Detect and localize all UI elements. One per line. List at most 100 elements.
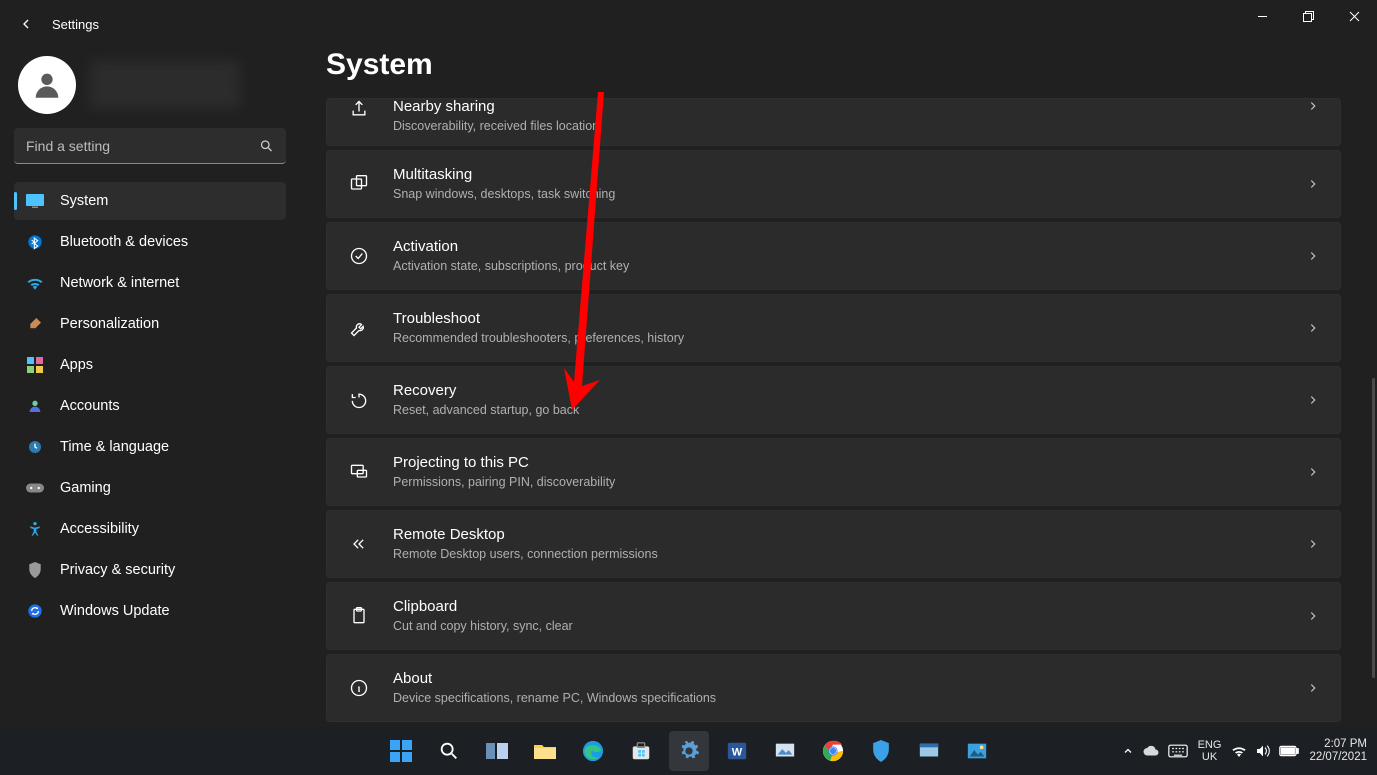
bluetooth-icon — [26, 233, 44, 251]
taskbar-word[interactable]: W — [717, 731, 757, 771]
clock-icon — [26, 438, 44, 456]
back-button[interactable] — [8, 6, 44, 42]
sidebar-item-label: System — [60, 193, 108, 209]
share-icon — [347, 99, 371, 119]
sidebar-item-apps[interactable]: Apps — [14, 346, 286, 384]
tray-onedrive-icon[interactable] — [1142, 745, 1160, 757]
chevron-right-icon — [1306, 681, 1320, 695]
avatar[interactable] — [18, 56, 76, 114]
monitor-icon — [26, 192, 44, 210]
account-name-blurred — [90, 61, 240, 109]
sidebar-item-label: Personalization — [60, 316, 159, 332]
sidebar-item-label: Network & internet — [60, 275, 179, 291]
setting-sub: Activation state, subscriptions, product… — [393, 257, 1306, 275]
sidebar-item-time-language[interactable]: Time & language — [14, 428, 286, 466]
chevron-right-icon — [1306, 609, 1320, 623]
sidebar-item-privacy[interactable]: Privacy & security — [14, 551, 286, 589]
sidebar-item-label: Apps — [60, 357, 93, 373]
setting-about[interactable]: About Device specifications, rename PC, … — [326, 654, 1341, 722]
tray-volume-icon[interactable] — [1255, 744, 1271, 758]
sync-icon — [26, 602, 44, 620]
setting-title: Remote Desktop — [393, 525, 1306, 545]
search-box[interactable] — [14, 128, 286, 164]
apps-icon — [26, 356, 44, 374]
sidebar-item-system[interactable]: System — [14, 182, 286, 220]
svg-text:W: W — [731, 747, 742, 759]
taskbar-start[interactable] — [381, 731, 421, 771]
sidebar: System Bluetooth & devices Network & int… — [0, 48, 300, 727]
scrollbar[interactable] — [1372, 378, 1375, 678]
sidebar-item-label: Accounts — [60, 398, 120, 414]
taskbar-explorer[interactable] — [525, 731, 565, 771]
shield-icon — [26, 561, 44, 579]
remote-icon — [347, 534, 371, 554]
setting-sub: Cut and copy history, sync, clear — [393, 617, 1306, 635]
wrench-icon — [347, 318, 371, 338]
taskbar-chrome[interactable] — [813, 731, 853, 771]
search-input[interactable] — [14, 128, 286, 164]
setting-title: Multitasking — [393, 165, 1306, 185]
setting-activation[interactable]: Activation Activation state, subscriptio… — [326, 222, 1341, 290]
chevron-right-icon — [1306, 99, 1320, 113]
setting-title: About — [393, 669, 1306, 689]
tray-keyboard-icon[interactable] — [1168, 744, 1188, 758]
setting-sub: Recommended troubleshooters, preferences… — [393, 329, 1306, 347]
chevron-right-icon — [1306, 321, 1320, 335]
setting-multitasking[interactable]: Multitasking Snap windows, desktops, tas… — [326, 150, 1341, 218]
taskbar-taskview[interactable] — [477, 731, 517, 771]
chevron-right-icon — [1306, 465, 1320, 479]
sidebar-item-label: Accessibility — [60, 521, 139, 537]
taskbar-security[interactable] — [861, 731, 901, 771]
taskbar-photos[interactable] — [957, 731, 997, 771]
minimize-button[interactable] — [1239, 0, 1285, 32]
setting-projecting[interactable]: Projecting to this PC Permissions, pairi… — [326, 438, 1341, 506]
setting-sub: Snap windows, desktops, task switching — [393, 185, 1306, 203]
app-title: Settings — [52, 17, 99, 32]
setting-sub: Permissions, pairing PIN, discoverabilit… — [393, 473, 1306, 491]
sidebar-item-label: Privacy & security — [60, 562, 175, 578]
clipboard-icon — [347, 606, 371, 626]
tray-wifi-icon[interactable] — [1231, 744, 1247, 758]
sidebar-item-windows-update[interactable]: Windows Update — [14, 592, 286, 630]
chevron-right-icon — [1306, 249, 1320, 263]
close-button[interactable] — [1331, 0, 1377, 32]
taskbar-search[interactable] — [429, 731, 469, 771]
sidebar-item-label: Bluetooth & devices — [60, 234, 188, 250]
wifi-icon — [26, 274, 44, 292]
page-title: System — [326, 48, 1341, 82]
project-icon — [347, 462, 371, 482]
setting-title: Clipboard — [393, 597, 1306, 617]
tray-battery-icon[interactable] — [1279, 745, 1299, 757]
setting-title: Activation — [393, 237, 1306, 257]
setting-troubleshoot[interactable]: Troubleshoot Recommended troubleshooters… — [326, 294, 1341, 362]
sidebar-item-accounts[interactable]: Accounts — [14, 387, 286, 425]
search-icon — [259, 139, 274, 154]
taskbar-app-generic2[interactable] — [909, 731, 949, 771]
settings-list: Nearby sharing Discoverability, received… — [326, 98, 1341, 722]
maximize-button[interactable] — [1285, 0, 1331, 32]
info-icon — [347, 678, 371, 698]
sidebar-item-network[interactable]: Network & internet — [14, 264, 286, 302]
chevron-right-icon — [1306, 177, 1320, 191]
tray-language[interactable]: ENG UK — [1198, 739, 1222, 763]
setting-nearby-sharing[interactable]: Nearby sharing Discoverability, received… — [326, 98, 1341, 146]
sidebar-item-personalization[interactable]: Personalization — [14, 305, 286, 343]
brush-icon — [26, 315, 44, 333]
taskbar-store[interactable] — [621, 731, 661, 771]
sidebar-item-bluetooth[interactable]: Bluetooth & devices — [14, 223, 286, 261]
sidebar-item-gaming[interactable]: Gaming — [14, 469, 286, 507]
sidebar-item-label: Windows Update — [60, 603, 170, 619]
tray-chevron-up-icon[interactable] — [1122, 745, 1134, 757]
sidebar-item-accessibility[interactable]: Accessibility — [14, 510, 286, 548]
setting-remote-desktop[interactable]: Remote Desktop Remote Desktop users, con… — [326, 510, 1341, 578]
setting-sub: Device specifications, rename PC, Window… — [393, 689, 1306, 707]
taskbar-edge[interactable] — [573, 731, 613, 771]
accessibility-icon — [26, 520, 44, 538]
taskbar-settings[interactable] — [669, 731, 709, 771]
taskbar-app-generic1[interactable] — [765, 731, 805, 771]
chevron-right-icon — [1306, 537, 1320, 551]
setting-clipboard[interactable]: Clipboard Cut and copy history, sync, cl… — [326, 582, 1341, 650]
tray-clock[interactable]: 2:07 PM 22/07/2021 — [1309, 738, 1367, 764]
recovery-icon — [347, 390, 371, 410]
setting-recovery[interactable]: Recovery Reset, advanced startup, go bac… — [326, 366, 1341, 434]
